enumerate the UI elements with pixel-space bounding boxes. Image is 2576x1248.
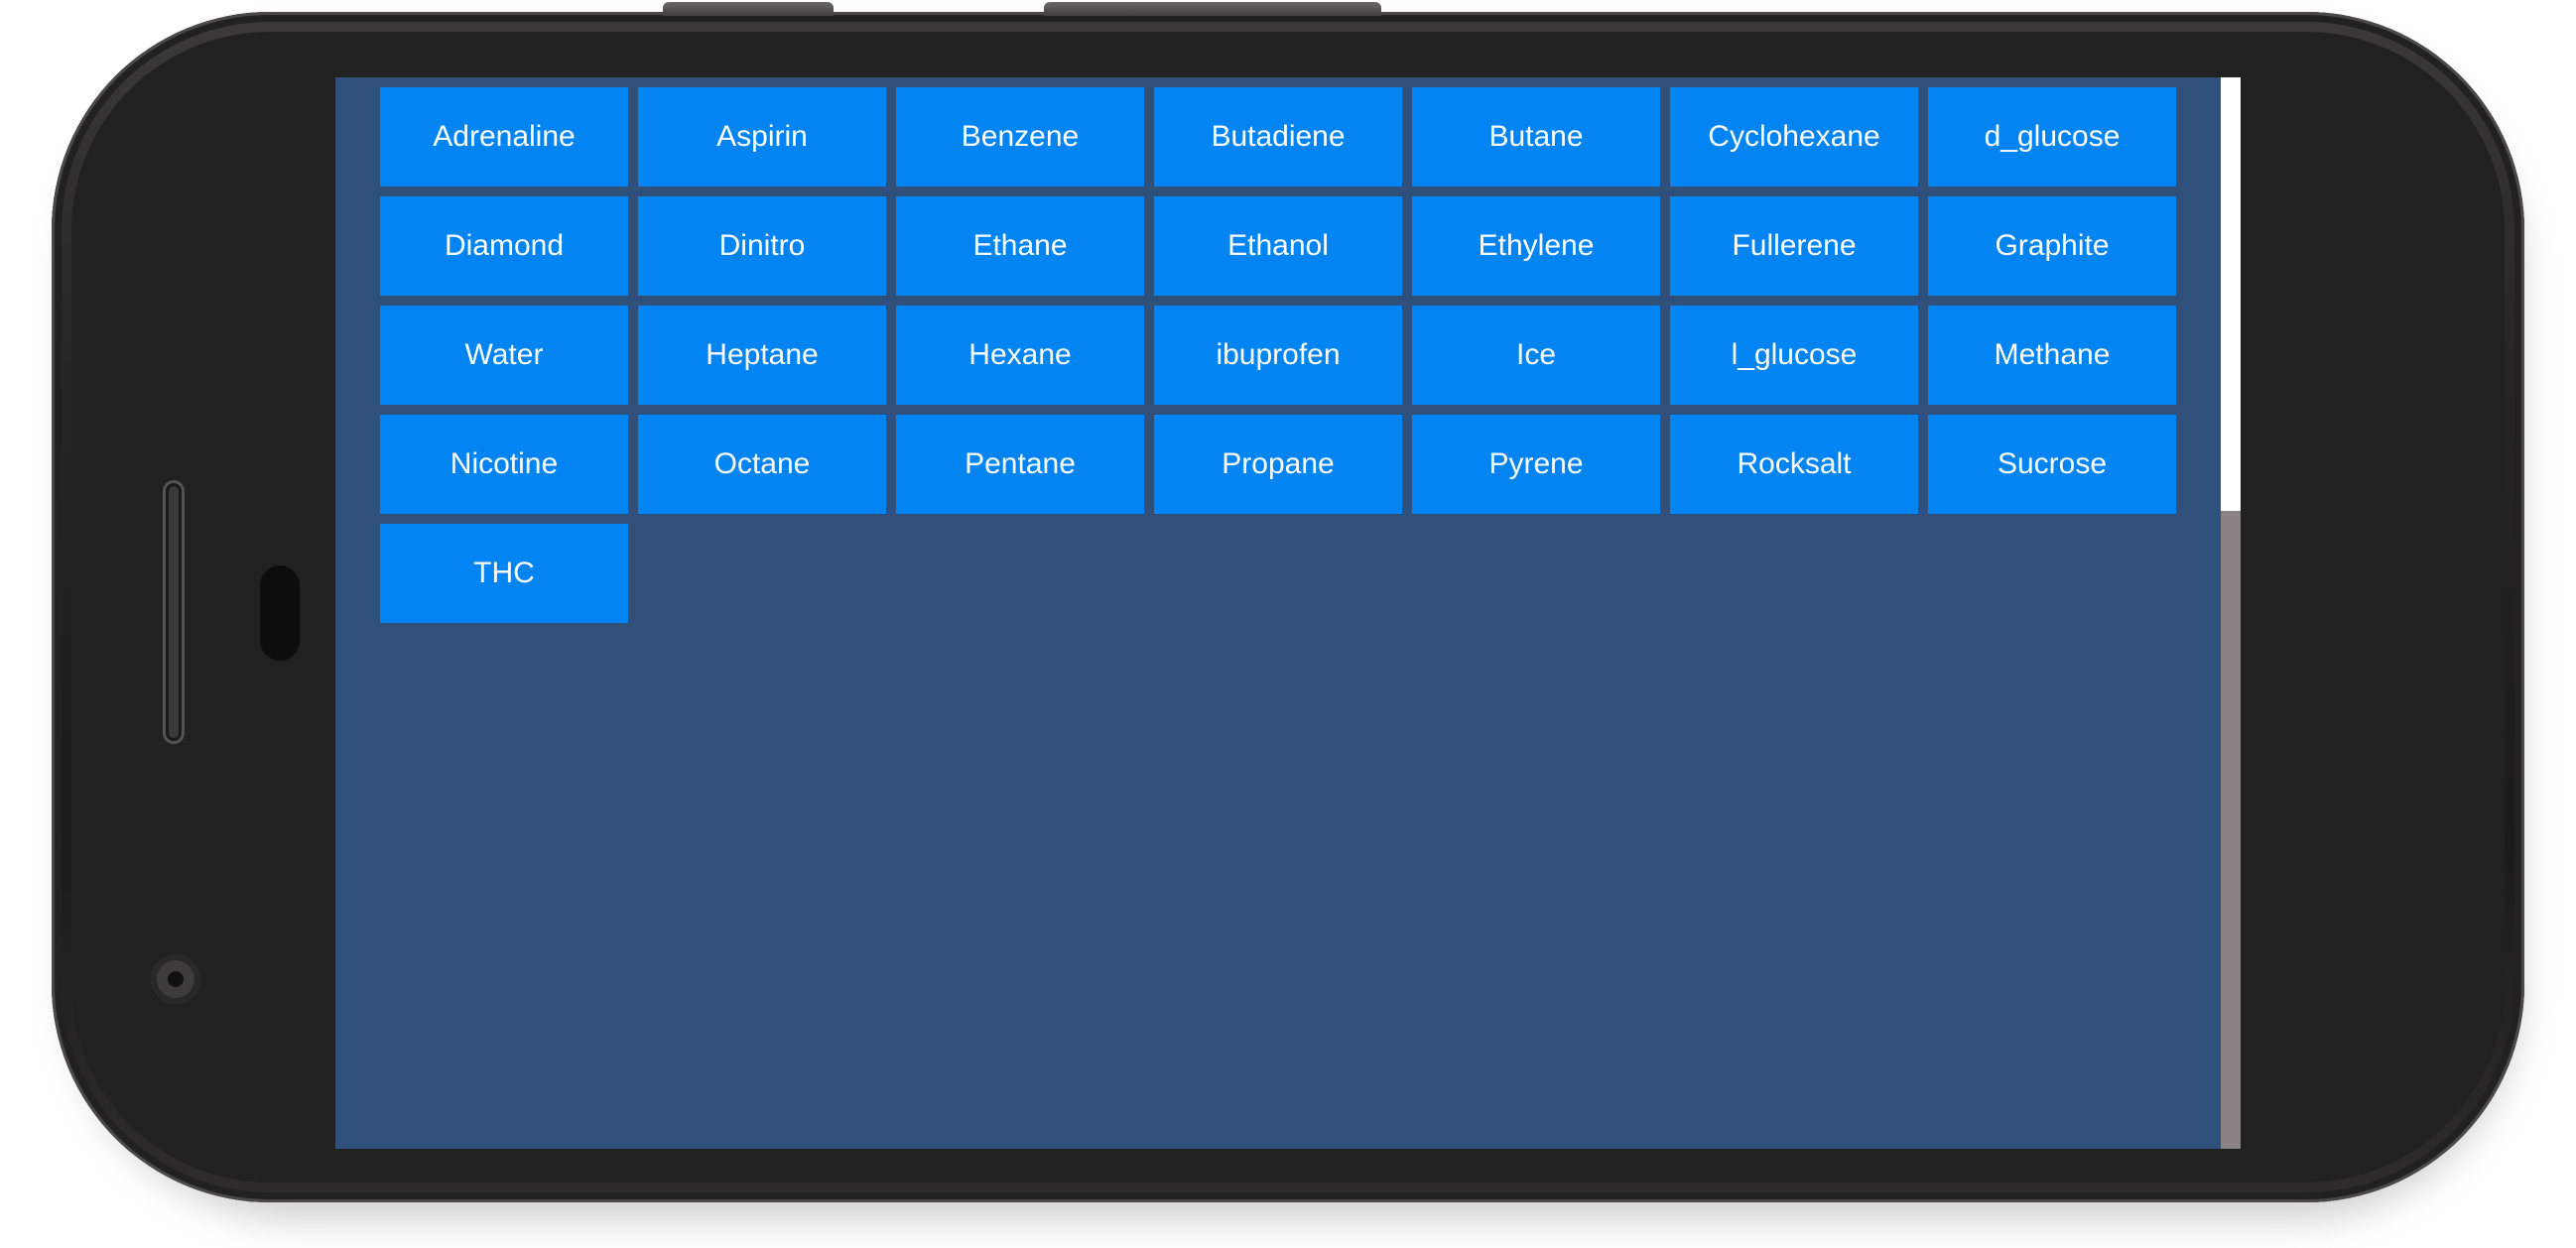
molecule-button-grid: Adrenaline Aspirin Benzene Butadiene Butane C… <box>380 87 2176 623</box>
molecule-button-ethanol[interactable]: Ethanol <box>1154 196 1402 296</box>
molecule-button-rocksalt[interactable]: Rocksalt <box>1670 415 1918 514</box>
molecule-button-water[interactable]: Water <box>380 306 628 405</box>
molecule-button-l-glucose[interactable]: l_glucose <box>1670 306 1918 405</box>
molecule-button-fullerene[interactable]: Fullerene <box>1670 196 1918 296</box>
molecule-button-thc[interactable]: THC <box>380 524 628 623</box>
molecule-button-methane[interactable]: Methane <box>1928 306 2176 405</box>
molecule-button-propane[interactable]: Propane <box>1154 415 1402 514</box>
molecule-button-ibuprofen[interactable]: ibuprofen <box>1154 306 1402 405</box>
molecule-button-sucrose[interactable]: Sucrose <box>1928 415 2176 514</box>
molecule-button-nicotine[interactable]: Nicotine <box>380 415 628 514</box>
molecule-button-benzene[interactable]: Benzene <box>896 87 1144 187</box>
molecule-button-aspirin[interactable]: Aspirin <box>638 87 886 187</box>
molecule-button-cyclohexane[interactable]: Cyclohexane <box>1670 87 1918 187</box>
molecule-button-hexane[interactable]: Hexane <box>896 306 1144 405</box>
molecule-button-pentane[interactable]: Pentane <box>896 415 1144 514</box>
molecule-button-graphite[interactable]: Graphite <box>1928 196 2176 296</box>
molecule-button-octane[interactable]: Octane <box>638 415 886 514</box>
molecule-button-heptane[interactable]: Heptane <box>638 306 886 405</box>
molecule-button-butane[interactable]: Butane <box>1412 87 1660 187</box>
scrollbar[interactable] <box>2221 77 2241 1149</box>
molecule-button-diamond[interactable]: Diamond <box>380 196 628 296</box>
volume-button <box>663 2 834 16</box>
front-camera-icon <box>151 954 200 1004</box>
molecule-button-adrenaline[interactable]: Adrenaline <box>380 87 628 187</box>
molecule-button-dinitro[interactable]: Dinitro <box>638 196 886 296</box>
molecule-button-ice[interactable]: Ice <box>1412 306 1660 405</box>
molecule-button-ethane[interactable]: Ethane <box>896 196 1144 296</box>
app-screen: Adrenaline Aspirin Benzene Butadiene Butane C… <box>335 77 2241 1149</box>
molecule-button-butadiene[interactable]: Butadiene <box>1154 87 1402 187</box>
molecule-button-pyrene[interactable]: Pyrene <box>1412 415 1660 514</box>
speaker-grille <box>163 480 185 744</box>
molecule-button-d-glucose[interactable]: d_glucose <box>1928 87 2176 187</box>
proximity-sensor <box>260 565 300 661</box>
scrollbar-thumb[interactable] <box>2221 77 2241 511</box>
molecule-button-ethylene[interactable]: Ethylene <box>1412 196 1660 296</box>
power-button <box>1044 2 1381 16</box>
